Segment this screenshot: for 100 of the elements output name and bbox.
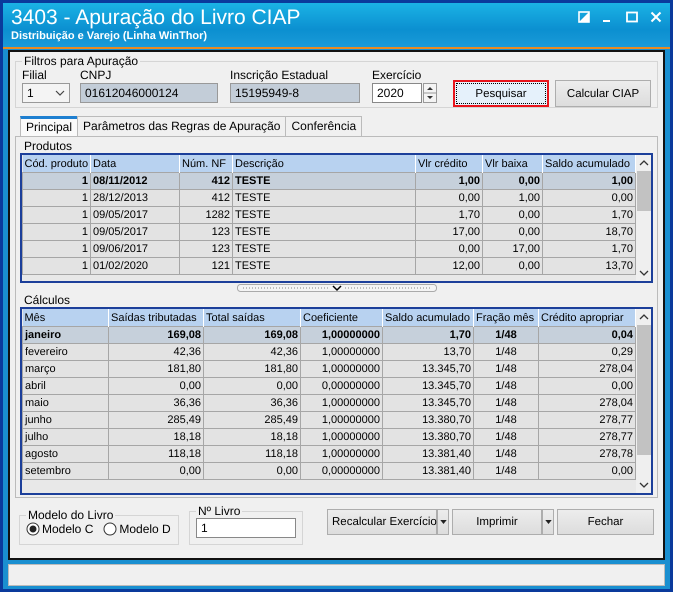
column-header[interactable]: Total saídas: [204, 309, 300, 326]
tab[interactable]: Conferência: [285, 116, 362, 136]
column-header[interactable]: Saldo acumulado: [542, 155, 636, 172]
table-cell: 1,00000000: [300, 360, 382, 378]
field-label: Filial: [22, 68, 48, 82]
scroll-down-icon[interactable]: [639, 482, 649, 488]
table-cell: 13.345,70: [382, 394, 474, 412]
column-header[interactable]: Coeficiente: [300, 309, 382, 326]
column-header[interactable]: Saídas tributadas: [108, 309, 204, 326]
section-title: Produtos: [23, 139, 74, 153]
table-cell: 13,70: [382, 344, 474, 360]
table-cell: 0,00: [538, 462, 636, 480]
chevron-icon[interactable]: [55, 90, 65, 96]
input-field[interactable]: 01612046000124: [80, 83, 218, 103]
table-cell: 13.345,70: [382, 378, 474, 394]
action-button[interactable]: Fechar: [557, 509, 654, 535]
table-cell: 42,36: [108, 344, 204, 360]
spinner-icon[interactable]: [423, 83, 437, 103]
maximize-icon[interactable]: [626, 11, 638, 23]
radio-button[interactable]: [103, 522, 118, 536]
input-field[interactable]: 2020: [372, 83, 422, 103]
table-cell: 17,00: [416, 224, 482, 240]
radio-label[interactable]: Modelo C: [42, 522, 94, 536]
column-header[interactable]: Vlr baixa: [482, 155, 542, 172]
action-button[interactable]: Recalcular Exercício: [327, 509, 437, 535]
table-cell: setembro: [22, 462, 108, 480]
group-title: Nº Livro: [197, 504, 242, 518]
table-cell: 1,00: [542, 172, 636, 190]
table-cell: TESTE: [232, 172, 416, 190]
scroll-up-icon[interactable]: [639, 314, 649, 320]
table-cell: 1,70: [542, 240, 636, 258]
table-cell: 169,08: [204, 326, 300, 344]
table-cell: 1: [22, 190, 90, 206]
table-cell: fevereiro: [22, 344, 108, 360]
close-icon[interactable]: [650, 11, 662, 23]
caret-icon: [544, 520, 552, 524]
table-cell: julho: [22, 428, 108, 446]
table-cell: agosto: [22, 446, 108, 462]
table-cell: 28/12/2013: [90, 190, 180, 206]
scrollbar[interactable]: [636, 309, 651, 493]
restore-icon[interactable]: [578, 11, 590, 23]
column-header[interactable]: Data: [90, 155, 180, 172]
tab[interactable]: Principal: [20, 116, 78, 136]
dropdown[interactable]: 1: [22, 83, 70, 103]
table-cell: março: [22, 360, 108, 378]
action-button[interactable]: Imprimir: [452, 509, 542, 535]
table-cell: 412: [180, 172, 232, 190]
splitter-handle[interactable]: [236, 284, 436, 292]
table-cell: 1,70: [416, 206, 482, 224]
table-cell: janeiro: [22, 326, 108, 344]
table-cell: abril: [22, 378, 108, 394]
table-cell: 0,00000000: [300, 462, 382, 480]
table-cell: 0,00: [482, 172, 542, 190]
table-cell: 278,04: [538, 394, 636, 412]
column-header[interactable]: Vlr crédito: [416, 155, 482, 172]
column-header[interactable]: Crédito apropriar: [538, 309, 636, 326]
scrollbar[interactable]: [636, 155, 651, 281]
table-cell: 0,00: [416, 190, 482, 206]
scroll-up-icon[interactable]: [639, 160, 649, 166]
input-field[interactable]: 1: [196, 518, 296, 538]
table-cell: 12,00: [416, 258, 482, 274]
table-cell: 1,00: [482, 190, 542, 206]
action-button[interactable]: Calcular CIAP: [555, 80, 651, 107]
group-title: Filtros para Apuração: [23, 54, 140, 68]
table-cell: 1: [22, 258, 90, 274]
radio-button[interactable]: [26, 522, 40, 536]
table-cell: TESTE: [232, 258, 416, 274]
table-cell: 13.380,70: [382, 428, 474, 446]
table-cell: 1/48: [474, 360, 538, 378]
window-title: 3403 - Apuração do Livro CIAP: [11, 6, 301, 30]
table-cell: 0,00: [416, 240, 482, 258]
column-header[interactable]: Descrição: [232, 155, 416, 172]
scroll-down-icon[interactable]: [639, 270, 649, 276]
window-subtitle: Distribuição e Varejo (Linha WinThor): [11, 30, 208, 42]
column-header[interactable]: Cód. produto: [22, 155, 90, 172]
table-cell: 123: [180, 224, 232, 240]
table-cell: 1/48: [474, 446, 538, 462]
dropdown-button[interactable]: [542, 509, 554, 535]
table-cell: 0,00: [482, 258, 542, 274]
table-cell: 13.380,70: [382, 412, 474, 428]
column-header[interactable]: Núm. NF: [180, 155, 232, 172]
table-cell: 09/05/2017: [90, 224, 180, 240]
dropdown-button[interactable]: [437, 509, 449, 535]
table-cell: 1/48: [474, 344, 538, 360]
radio-label[interactable]: Modelo D: [119, 522, 171, 536]
column-header[interactable]: Saldo acumulado: [382, 309, 474, 326]
column-header[interactable]: Fração mês: [474, 309, 538, 326]
table-cell: 13.345,70: [382, 360, 474, 378]
input-field[interactable]: 15195949-8: [230, 83, 360, 103]
table-cell: 36,36: [108, 394, 204, 412]
table-cell: 1: [22, 172, 90, 190]
table-cell: 278,77: [538, 412, 636, 428]
action-button[interactable]: Pesquisar: [453, 80, 549, 107]
table-cell: 118,18: [108, 446, 204, 462]
table-cell: 1,00000000: [300, 412, 382, 428]
table-cell: 1,00000000: [300, 394, 382, 412]
caret-icon: [440, 520, 446, 524]
table-cell: 1,70: [542, 206, 636, 224]
column-header[interactable]: Mês: [22, 309, 108, 326]
table-cell: 121: [180, 258, 232, 274]
